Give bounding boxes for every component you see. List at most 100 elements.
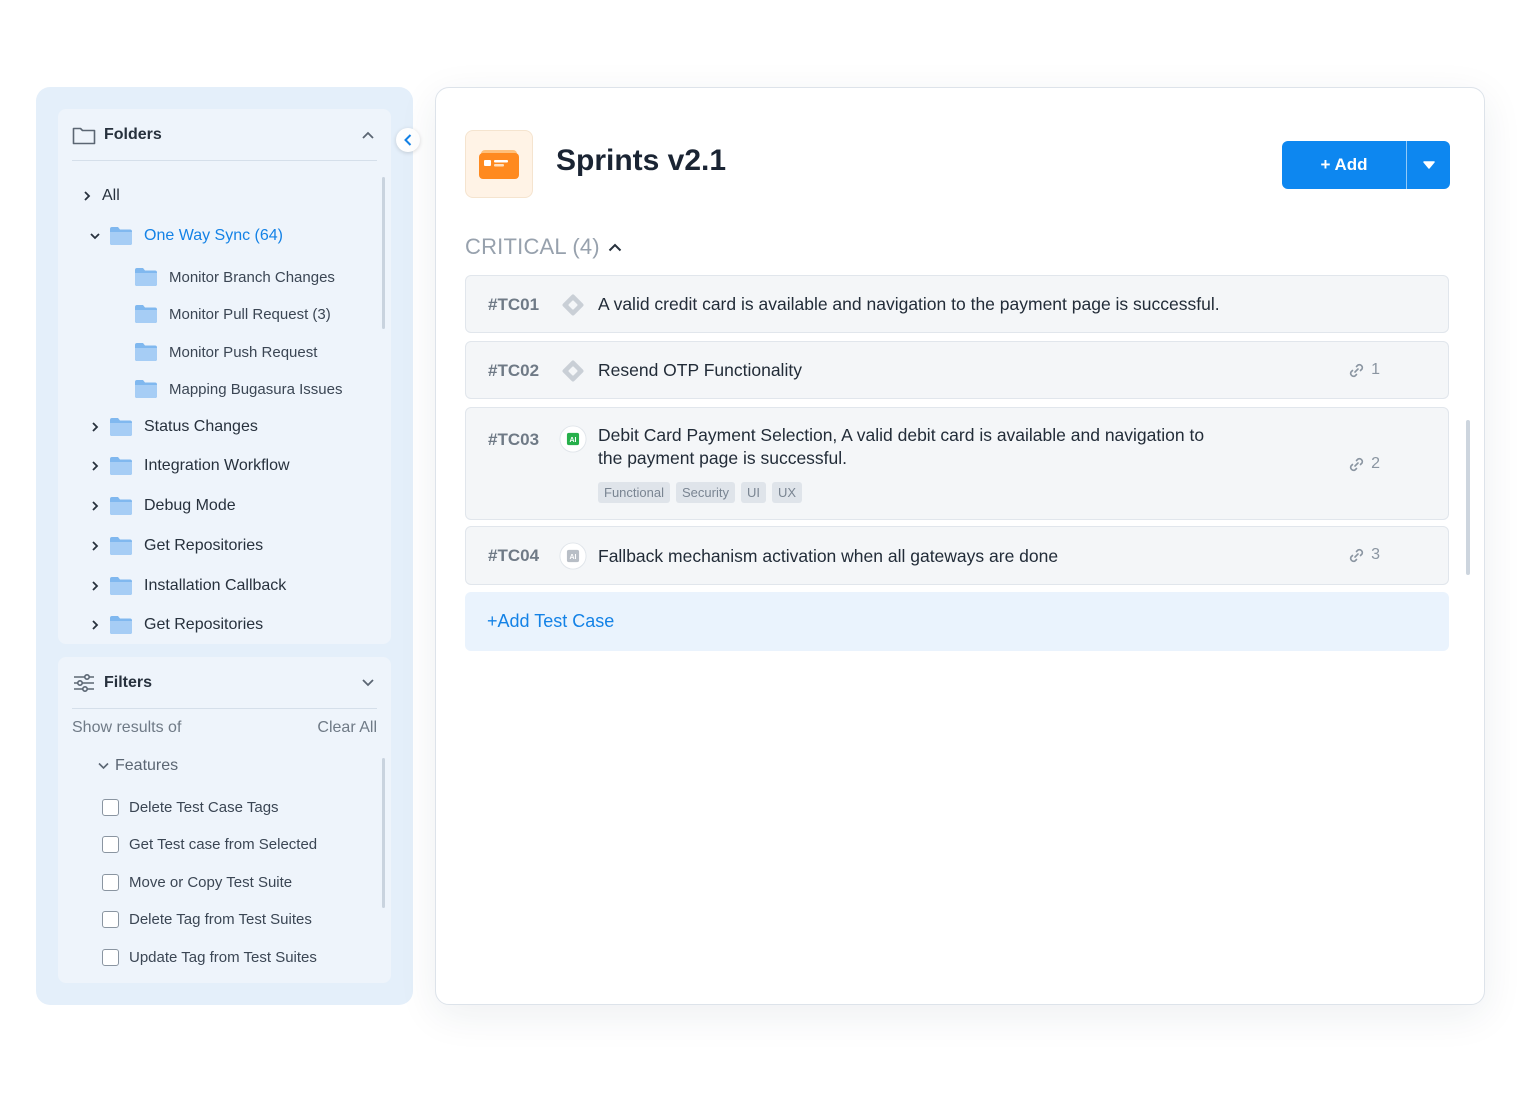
folder-item-status-changes[interactable]: Status Changes [88,412,371,442]
folder-label: Integration Workflow [144,457,290,474]
filters-header[interactable]: Filters [72,657,377,709]
ai-badge-icon: AI [559,425,587,453]
test-case-row[interactable]: #TC01 A valid credit card is available a… [465,275,1449,333]
link-count: 2 [1371,455,1380,472]
svg-text:AI: AI [570,437,577,444]
folder-item-get-repositories-2[interactable]: Get Repositories [88,610,371,640]
test-case-id: #TC02 [488,361,540,380]
folder-item-monitor-pull-request[interactable]: Monitor Pull Request (3) [135,299,371,329]
test-case-row[interactable]: #TC03 AI Debit Card Payment Selection, A… [465,407,1449,520]
chevron-left-icon [404,134,412,146]
chevron-right-icon[interactable] [88,420,102,434]
folders-panel: Folders All One Way Sync (64) Monitor Br… [58,109,391,644]
filter-option[interactable]: Move or Copy Test Suite [102,870,292,894]
diamond-icon [559,357,587,385]
folder-label: Monitor Push Request [169,343,318,361]
chevron-right-icon[interactable] [88,579,102,593]
clear-all-link[interactable]: Clear All [317,719,377,741]
checkbox[interactable] [102,873,119,891]
add-test-case-button[interactable]: +Add Test Case [465,592,1449,651]
chevron-right-icon[interactable] [88,499,102,513]
test-case-row[interactable]: #TC04 AI Fallback mechanism activation w… [465,526,1449,585]
checkbox[interactable] [102,910,119,928]
section-critical[interactable]: CRITICAL (4) [465,234,622,260]
chevron-up-icon[interactable] [608,243,622,252]
folder-item-all[interactable]: All [80,181,371,211]
filter-group-label: Features [115,757,179,774]
main-panel: Sprints v2.1 + Add CRITICAL (4) #TC01 A … [435,87,1485,1005]
test-case-title: A valid credit card is available and nav… [598,294,1220,314]
checkbox[interactable] [102,948,119,966]
test-case-id: #TC01 [488,295,540,314]
filter-option[interactable]: Delete Test Case Tags [102,795,279,819]
folder-icon [110,577,132,595]
tag-list: Functional Security UI UX [598,482,803,503]
test-case-title-line2: the payment page is successful. [598,448,848,468]
chevron-right-icon[interactable] [88,618,102,632]
folder-label: Get Repositories [144,537,264,554]
caret-down-icon [1422,161,1435,169]
folder-icon [110,227,132,245]
filter-option-label: Delete Test Case Tags [129,798,279,816]
collapse-sidebar-button[interactable] [396,128,420,152]
folder-label: Monitor Pull Request (3) [169,305,331,323]
add-button[interactable]: + Add [1282,141,1406,189]
filter-option[interactable]: Delete Tag from Test Suites [102,907,312,931]
tag[interactable]: Functional [598,482,670,503]
add-dropdown-button[interactable] [1407,141,1450,189]
folder-icon [110,418,132,436]
test-case-row[interactable]: #TC02 Resend OTP Functionality 1 [465,341,1449,399]
link-icon [1350,548,1364,562]
folder-item-installation-callback[interactable]: Installation Callback [88,571,371,601]
folder-item-one-way-sync[interactable]: One Way Sync (64) [88,221,371,251]
checkbox[interactable] [102,835,119,853]
folder-item-get-repositories[interactable]: Get Repositories [88,531,371,561]
folder-item-integration-workflow[interactable]: Integration Workflow [88,451,371,481]
filters-panel: Filters Show results of Clear All Featur… [58,657,391,983]
chevron-right-icon[interactable] [88,459,102,473]
folders-title: Folders [104,125,162,143]
tag[interactable]: UX [771,482,803,503]
test-case-id: #TC04 [488,546,540,565]
filters-title: Filters [104,673,153,691]
folder-label: Status Changes [144,418,258,435]
test-case-title: Debit Card Payment Selection, A valid de… [598,425,1205,445]
folder-item-mapping-bugasura-issues[interactable]: Mapping Bugasura Issues [135,374,371,404]
link-count: 1 [1371,361,1380,378]
folder-outline-icon [72,123,96,147]
folder-icon [135,380,157,398]
tag[interactable]: UI [740,482,766,503]
folder-item-monitor-push-request[interactable]: Monitor Push Request [135,337,371,367]
filters-scrollbar[interactable] [382,758,385,908]
folders-scrollbar[interactable] [382,177,385,329]
chevron-up-icon[interactable] [359,126,377,144]
main-scrollbar[interactable] [1466,420,1470,575]
folder-icon [110,616,132,634]
folder-item-monitor-branch-changes[interactable]: Monitor Branch Changes [135,262,371,292]
chevron-right-icon[interactable] [88,539,102,553]
folder-item-debug-mode[interactable]: Debug Mode [88,491,371,521]
linked-items[interactable]: 2 [1348,455,1380,473]
filter-group-features[interactable]: Features [98,757,178,775]
filter-option[interactable]: Update Tag from Test Suites [102,945,317,969]
show-results-label: Show results of [72,719,182,736]
chevron-down-icon[interactable] [88,229,102,243]
sprint-app-icon [465,130,533,198]
chevron-right-icon[interactable] [80,189,94,203]
folders-header[interactable]: Folders [72,109,377,161]
folder-icon [135,268,157,286]
link-icon [1350,457,1364,471]
folder-icon [110,497,132,515]
filter-option-label: Get Test case from Selected [129,835,318,853]
folder-label: Monitor Branch Changes [169,268,335,286]
tag[interactable]: Security [675,482,735,503]
ai-badge-gray-icon: AI [559,542,587,570]
chevron-down-icon[interactable] [98,762,109,770]
folder-icon [110,537,132,555]
linked-items[interactable]: 3 [1348,546,1380,564]
chevron-down-icon[interactable] [359,674,377,692]
linked-items[interactable]: 1 [1348,361,1380,379]
checkbox[interactable] [102,798,119,816]
page-title: Sprints v2.1 [556,144,727,177]
filter-option[interactable]: Get Test case from Selected [102,832,317,856]
